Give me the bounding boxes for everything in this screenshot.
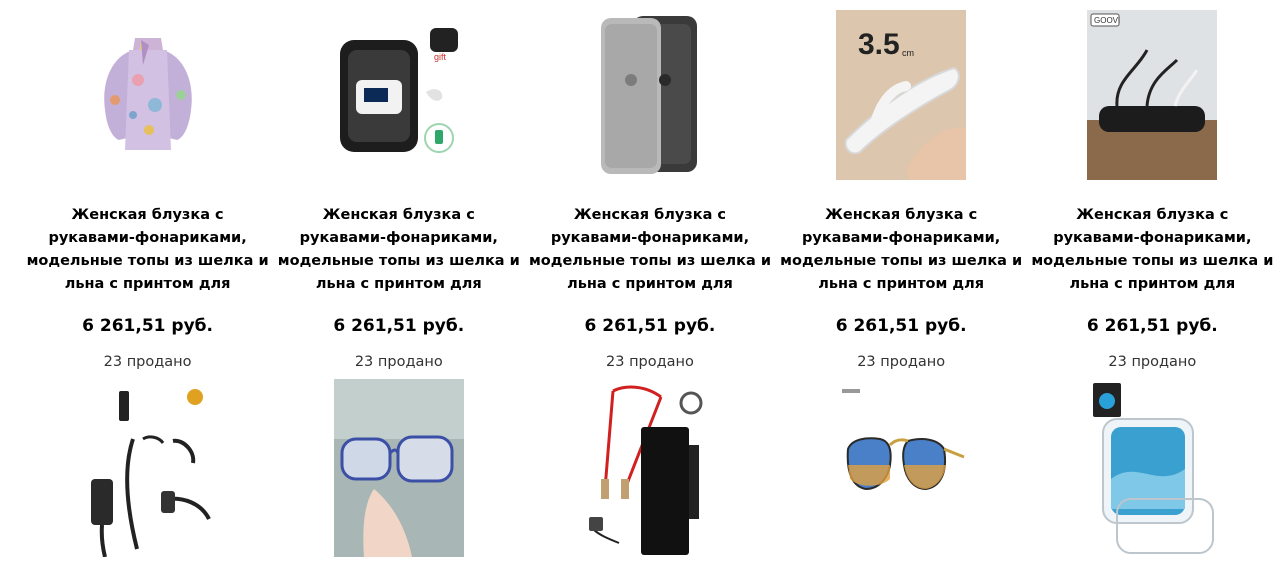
product-price: 6 261,51 руб. xyxy=(584,316,716,336)
product-card[interactable]: 3.5 cm Женская блузка с рукавами-фонарик… xyxy=(776,0,1027,371)
size-unit-label: cm xyxy=(902,48,914,58)
product-title[interactable]: Женская блузка с рукавами-фонариками, мо… xyxy=(528,204,771,296)
product-price: 6 261,51 руб. xyxy=(82,316,214,336)
product-image[interactable] xyxy=(584,379,715,557)
product-card[interactable] xyxy=(1027,371,1278,557)
product-price: 6 261,51 руб. xyxy=(333,316,465,336)
product-image[interactable]: gift xyxy=(333,10,464,180)
aviator-sunglasses-image xyxy=(842,389,965,491)
product-title[interactable]: Женская блузка с рукавами-фонариками, мо… xyxy=(780,204,1023,296)
product-card[interactable] xyxy=(22,371,273,557)
product-title[interactable]: Женская блузка с рукавами-фонариками, мо… xyxy=(1031,204,1274,296)
product-card[interactable]: gift Женская блузка с рукавами-фонарикам… xyxy=(273,0,524,371)
size-label: 3.5 xyxy=(858,28,900,61)
flip-flop-slipper-image: 3.5 cm xyxy=(836,10,967,180)
phone-case-image xyxy=(600,16,697,174)
eyeglasses-image xyxy=(333,379,464,557)
product-image[interactable]: GOOVI xyxy=(1087,10,1218,180)
floral-blouse-image xyxy=(103,38,192,150)
product-card[interactable]: Женская блузка с рукавами-фонариками, мо… xyxy=(524,0,775,371)
product-sold-count: 23 продано xyxy=(857,354,946,370)
product-sold-count: 23 продано xyxy=(103,354,192,370)
product-card[interactable] xyxy=(524,371,775,557)
clear-phone-case-image xyxy=(1093,383,1215,554)
product-image[interactable] xyxy=(1087,379,1218,557)
product-image[interactable] xyxy=(333,379,464,557)
cable-organizer-image: GOOVI xyxy=(1087,10,1218,180)
product-image[interactable] xyxy=(584,10,715,180)
gift-label: gift xyxy=(434,52,447,62)
product-card[interactable] xyxy=(273,371,524,557)
product-row: Женская блузка с рукавами-фонариками, мо… xyxy=(22,0,1278,371)
product-sold-count: 23 продано xyxy=(1108,354,1197,370)
product-row xyxy=(22,371,1278,557)
product-title[interactable]: Женская блузка с рукавами-фонариками, мо… xyxy=(277,204,520,296)
product-grid: Женская блузка с рукавами-фонариками, мо… xyxy=(22,0,1278,557)
product-price: 6 261,51 руб. xyxy=(1086,316,1218,336)
brand-logo: GOOVI xyxy=(1094,16,1120,25)
product-price: 6 261,51 руб. xyxy=(835,316,967,336)
product-image[interactable]: 3.5 cm xyxy=(836,10,967,180)
product-title[interactable]: Женская блузка с рукавами-фонариками, мо… xyxy=(26,204,269,296)
charging-cable-image xyxy=(90,389,211,557)
product-image[interactable] xyxy=(82,379,213,557)
pulse-oximeter-case-image: gift xyxy=(339,28,458,153)
product-image[interactable] xyxy=(836,379,967,557)
product-card[interactable]: Женская блузка с рукавами-фонариками, мо… xyxy=(22,0,273,371)
product-sold-count: 23 продано xyxy=(606,354,694,370)
product-card[interactable]: GOOVI Женская блузка с рукавами-фонарика… xyxy=(1027,0,1278,371)
product-card[interactable] xyxy=(776,371,1027,557)
product-image[interactable] xyxy=(82,10,213,180)
spot-welder-image xyxy=(588,385,703,555)
product-sold-count: 23 продано xyxy=(354,354,443,370)
